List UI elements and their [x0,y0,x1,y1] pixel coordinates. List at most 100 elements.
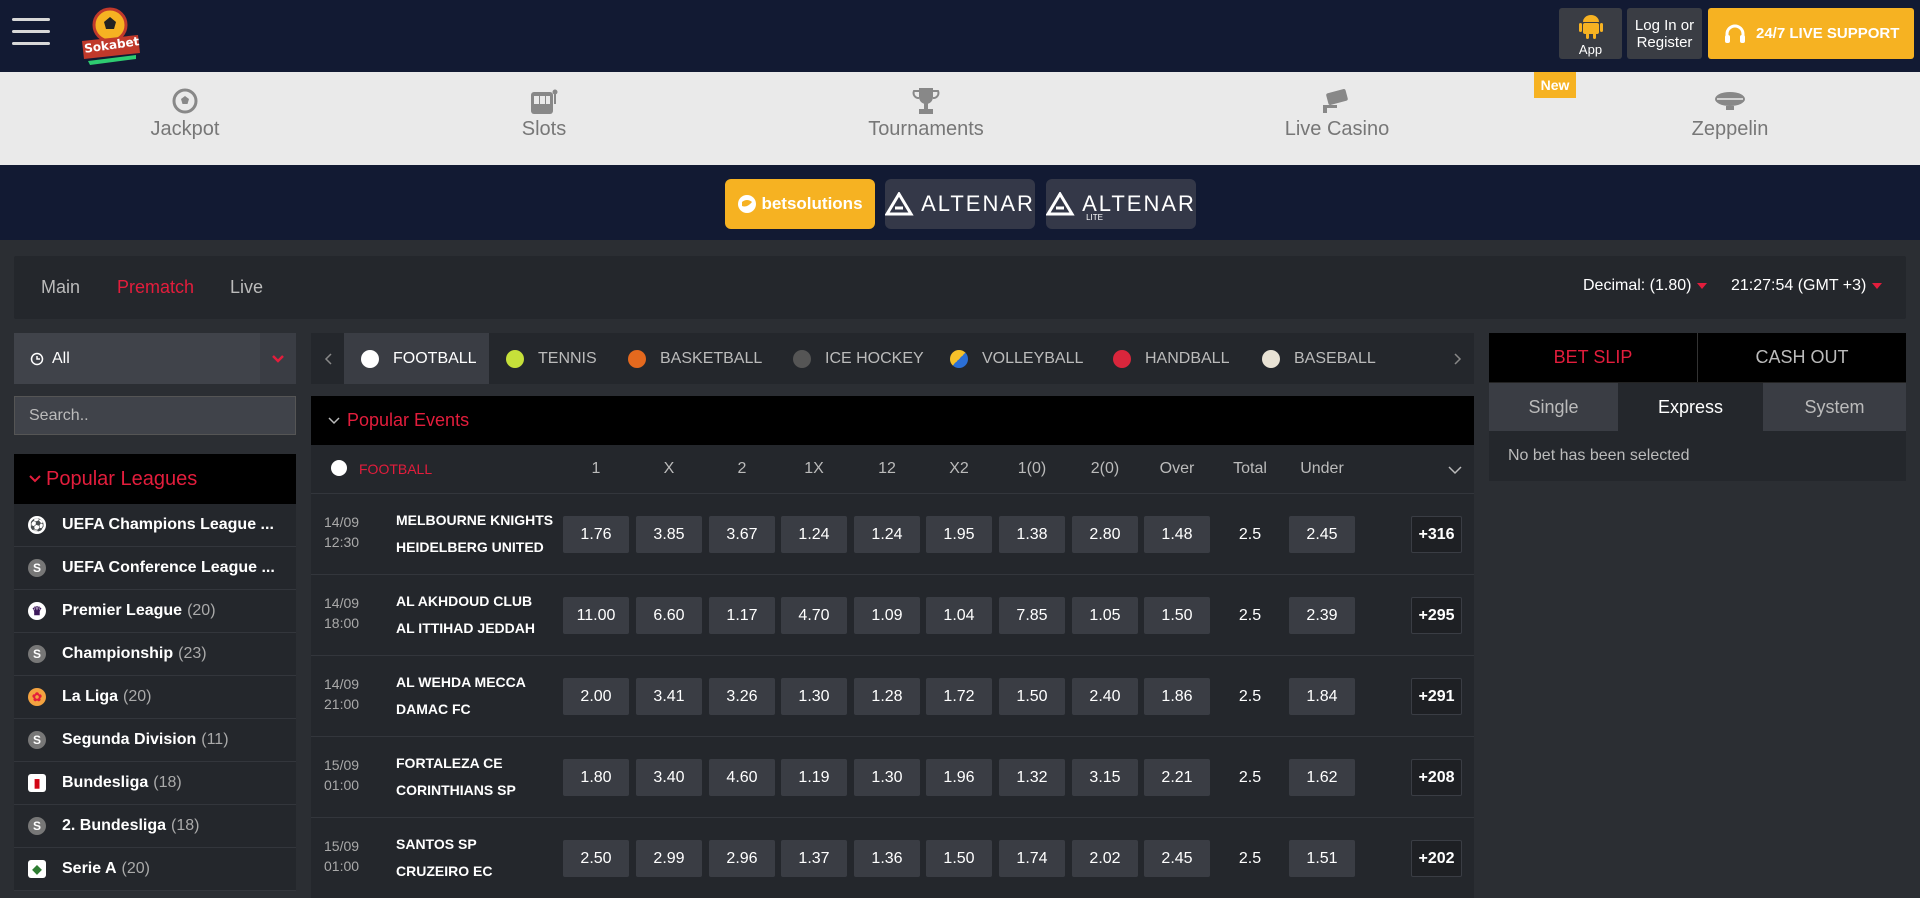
odds-button[interactable]: 2.40 [1072,678,1138,715]
category-live-casino[interactable]: Live Casino [1237,84,1437,141]
event-row[interactable]: 14/09 12:30 MELBOURNE KNIGHTS HEIDELBERG UN… [311,493,1474,574]
odds-button[interactable]: 1.96 [926,759,992,796]
event-row[interactable]: 14/09 21:00 AL WEHDA MECCA DAMAC FC 2.00 3.41… [311,655,1474,736]
league-item[interactable]: ♛ Premier League (20) [14,590,296,633]
odds-button[interactable]: 4.60 [709,759,775,796]
tab-main[interactable]: Main [41,277,80,298]
odds-button[interactable]: 3.85 [636,516,702,553]
login-register-button[interactable]: Log In or Register [1627,8,1702,59]
app-button[interactable]: App [1559,8,1622,59]
category-tournaments[interactable]: Tournaments [826,84,1026,141]
scroll-right-button[interactable] [1441,333,1474,384]
odds-button[interactable]: 1.38 [999,516,1065,553]
odds-button[interactable]: 1.76 [563,516,629,553]
odds-button[interactable]: 1.48 [1144,516,1210,553]
league-item[interactable]: ⚽ UEFA Champions League ... [14,504,296,547]
search-input[interactable]: Search.. [14,396,296,435]
odds-button[interactable]: 2.02 [1072,840,1138,877]
tab-cash-out[interactable]: CASH OUT [1698,333,1906,382]
odds-button[interactable]: 2.80 [1072,516,1138,553]
tab-system[interactable]: System [1763,383,1906,431]
odds-button[interactable]: 2.45 [1289,516,1355,553]
dropdown-arrow[interactable] [260,333,296,384]
odds-button[interactable]: 1.36 [854,840,920,877]
odds-button[interactable]: 1.50 [926,840,992,877]
popular-leagues-header[interactable]: Popular Leagues [14,454,296,504]
more-markets-button[interactable]: +208 [1411,759,1462,796]
provider-altenar-lite[interactable]: ALTENAR LITE [1046,179,1196,229]
odds-button[interactable]: 1.30 [854,759,920,796]
odds-button[interactable]: 2.99 [636,840,702,877]
odds-button[interactable]: 1.62 [1289,759,1355,796]
odds-button[interactable]: 1.09 [854,597,920,634]
league-item[interactable]: S Segunda Division (11) [14,719,296,762]
sport-tab-tennis[interactable]: TENNIS [506,333,597,384]
odds-format-select[interactable]: Decimal: (1.80) [1583,277,1708,295]
odds-button[interactable]: 2.45 [1144,840,1210,877]
odds-button[interactable]: 1.86 [1144,678,1210,715]
tab-prematch[interactable]: Prematch [117,277,194,298]
odds-button[interactable]: 3.41 [636,678,702,715]
odds-button[interactable]: 2.00 [563,678,629,715]
odds-button[interactable]: 1.04 [926,597,992,634]
chevron-down-icon[interactable] [1447,465,1463,475]
sport-tab-basketball[interactable]: BASKETBALL [628,333,762,384]
odds-button[interactable]: 7.85 [999,597,1065,634]
sport-tab-baseball[interactable]: BASEBALL [1262,333,1376,384]
league-item[interactable]: ◆ Serie A (20) [14,848,296,891]
odds-button[interactable]: 6.60 [636,597,702,634]
tab-bet-slip[interactable]: BET SLIP [1489,333,1698,382]
odds-button[interactable]: 1.30 [781,678,847,715]
odds-button[interactable]: 3.67 [709,516,775,553]
odds-button[interactable]: 1.19 [781,759,847,796]
event-teams[interactable]: FORTALEZA CE CORINTHIANS SP [396,750,516,804]
odds-button[interactable]: 3.26 [709,678,775,715]
sport-tab-handball[interactable]: HANDBALL [1113,333,1229,384]
odds-button[interactable]: 1.28 [854,678,920,715]
odds-button[interactable]: 1.24 [781,516,847,553]
category-slots[interactable]: Slots [444,84,644,141]
menu-icon[interactable] [12,18,50,48]
odds-button[interactable]: 1.32 [999,759,1065,796]
odds-button[interactable]: 2.50 [563,840,629,877]
tab-live[interactable]: Live [230,277,263,298]
more-markets-button[interactable]: +202 [1411,840,1462,877]
timezone-clock-select[interactable]: 21:27:54 (GMT +3) [1731,277,1883,295]
popular-events-header[interactable]: Popular Events [311,396,1474,445]
odds-button[interactable]: 2.96 [709,840,775,877]
sport-tab-football[interactable]: FOOTBALL [344,333,489,384]
odds-button[interactable]: 2.21 [1144,759,1210,796]
event-teams[interactable]: AL AKHDOUD CLUB AL ITTIHAD JEDDAH [396,588,535,642]
tab-express[interactable]: Express [1618,383,1763,431]
event-row[interactable]: 15/09 01:00 FORTALEZA CE CORINTHIANS SP 1.80… [311,736,1474,817]
sokabet-logo[interactable]: Sokabet [78,5,144,67]
odds-button[interactable]: 1.80 [563,759,629,796]
league-item[interactable]: S 2. Bundesliga (18) [14,805,296,848]
event-row[interactable]: 14/09 18:00 AL AKHDOUD CLUB AL ITTIHAD JEDD… [311,574,1474,655]
odds-button[interactable]: 3.40 [636,759,702,796]
more-markets-button[interactable]: +295 [1411,597,1462,634]
sport-tab-ice-hockey[interactable]: ICE HOCKEY [793,333,924,384]
odds-button[interactable]: 1.17 [709,597,775,634]
odds-button[interactable]: 1.95 [926,516,992,553]
provider-altenar[interactable]: ALTENAR [885,179,1035,229]
event-teams[interactable]: MELBOURNE KNIGHTS HEIDELBERG UNITED [396,507,553,561]
league-item[interactable]: S Championship (23) [14,633,296,676]
odds-button[interactable]: 2.39 [1289,597,1355,634]
odds-button[interactable]: 1.05 [1072,597,1138,634]
odds-button[interactable]: 1.72 [926,678,992,715]
odds-button[interactable]: 3.15 [1072,759,1138,796]
odds-button[interactable]: 1.24 [854,516,920,553]
event-teams[interactable]: AL WEHDA MECCA DAMAC FC [396,669,526,723]
event-row[interactable]: 15/09 01:00 SANTOS SP CRUZEIRO EC 2.50 2.99 2.… [311,817,1474,898]
odds-button[interactable]: 1.37 [781,840,847,877]
category-zeppelin[interactable]: Zeppelin [1630,84,1830,141]
league-item[interactable]: ▮ Bundesliga (18) [14,762,296,805]
category-jackpot[interactable]: Jackpot [85,84,285,141]
league-item[interactable]: ✿ La Liga (20) [14,676,296,719]
odds-button[interactable]: 4.70 [781,597,847,634]
provider-betsolutions[interactable]: betsolutions [725,179,875,229]
odds-button[interactable]: 1.84 [1289,678,1355,715]
odds-button[interactable]: 1.50 [999,678,1065,715]
odds-button[interactable]: 11.00 [563,597,629,634]
